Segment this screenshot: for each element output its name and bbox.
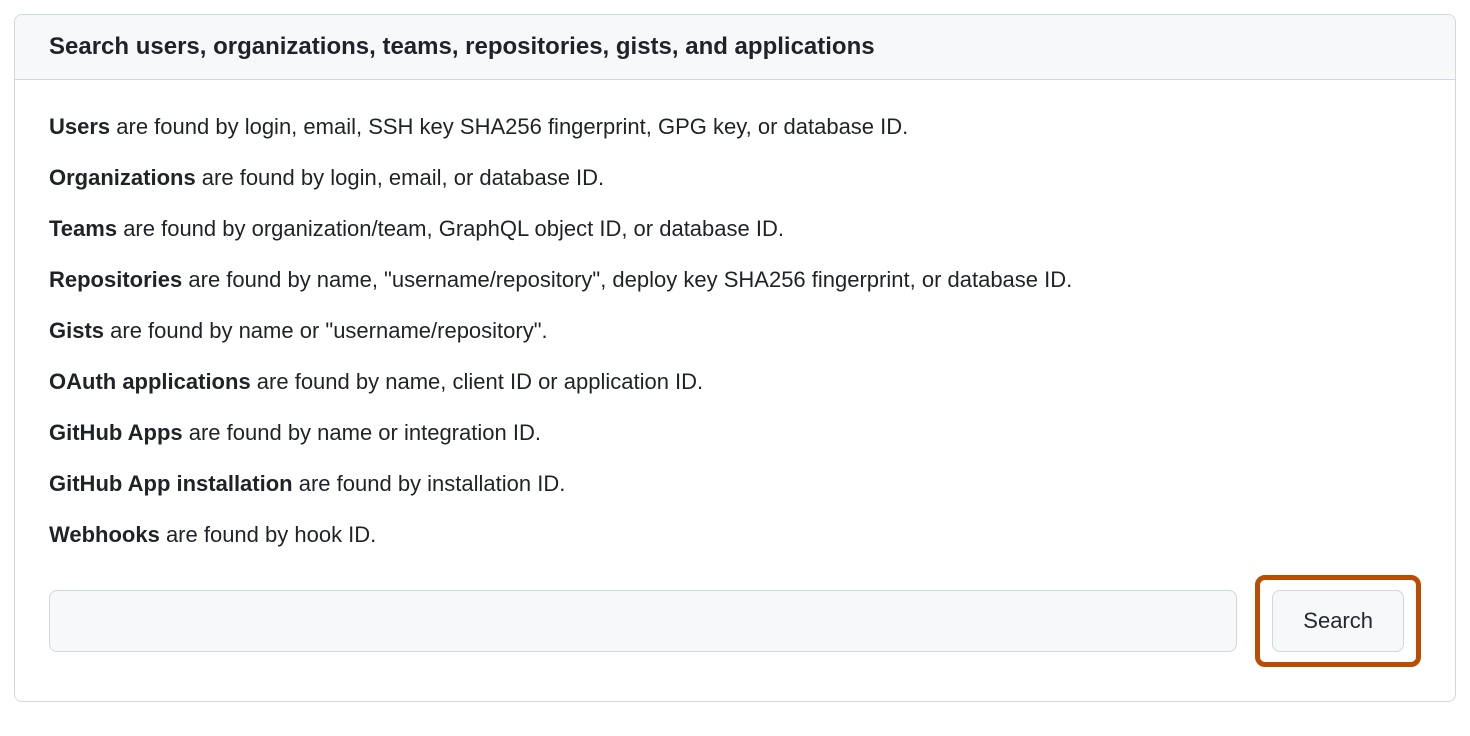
help-label-gists: Gists <box>49 318 104 343</box>
help-line-gists: Gists are found by name or "username/rep… <box>49 314 1421 347</box>
help-text-github-app-installation: are found by installation ID. <box>293 471 566 496</box>
help-label-oauth-applications: OAuth applications <box>49 369 251 394</box>
help-text-repositories: are found by name, "username/repository"… <box>182 267 1072 292</box>
help-text-github-apps: are found by name or integration ID. <box>183 420 541 445</box>
help-label-github-apps: GitHub Apps <box>49 420 183 445</box>
help-text-teams: are found by organization/team, GraphQL … <box>117 216 784 241</box>
help-text-webhooks: are found by hook ID. <box>160 522 376 547</box>
help-line-webhooks: Webhooks are found by hook ID. <box>49 518 1421 551</box>
search-button[interactable]: Search <box>1272 590 1404 652</box>
search-button-highlight: Search <box>1255 575 1421 667</box>
help-text-oauth-applications: are found by name, client ID or applicat… <box>251 369 703 394</box>
search-row: Search <box>49 575 1421 667</box>
help-line-users: Users are found by login, email, SSH key… <box>49 110 1421 143</box>
panel-body: Users are found by login, email, SSH key… <box>15 80 1455 701</box>
help-line-repositories: Repositories are found by name, "usernam… <box>49 263 1421 296</box>
help-label-webhooks: Webhooks <box>49 522 160 547</box>
help-text-organizations: are found by login, email, or database I… <box>196 165 604 190</box>
help-line-teams: Teams are found by organization/team, Gr… <box>49 212 1421 245</box>
search-input[interactable] <box>49 590 1237 652</box>
search-panel: Search users, organizations, teams, repo… <box>14 14 1456 702</box>
help-line-github-apps: GitHub Apps are found by name or integra… <box>49 416 1421 449</box>
help-label-teams: Teams <box>49 216 117 241</box>
help-line-oauth-applications: OAuth applications are found by name, cl… <box>49 365 1421 398</box>
panel-header: Search users, organizations, teams, repo… <box>15 15 1455 80</box>
help-text-gists: are found by name or "username/repositor… <box>104 318 548 343</box>
help-text-users: are found by login, email, SSH key SHA25… <box>110 114 908 139</box>
help-label-github-app-installation: GitHub App installation <box>49 471 293 496</box>
panel-title: Search users, organizations, teams, repo… <box>49 33 1421 61</box>
help-line-organizations: Organizations are found by login, email,… <box>49 161 1421 194</box>
help-label-users: Users <box>49 114 110 139</box>
help-line-github-app-installation: GitHub App installation are found by ins… <box>49 467 1421 500</box>
help-label-repositories: Repositories <box>49 267 182 292</box>
help-label-organizations: Organizations <box>49 165 196 190</box>
